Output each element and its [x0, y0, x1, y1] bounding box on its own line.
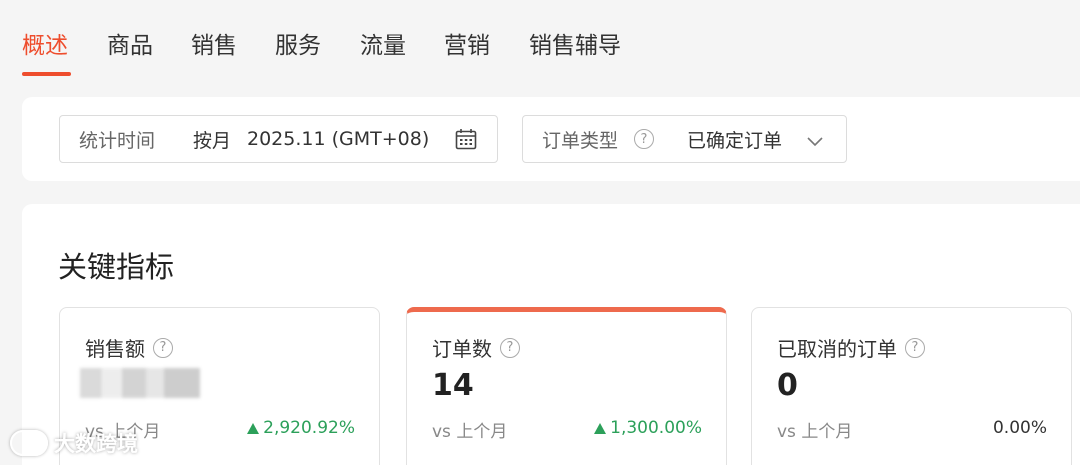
metric-label-text: 订单数 [432, 337, 492, 361]
top-tab-bar: 概述 商品 销售 服务 流量 营销 销售辅导 [0, 0, 1080, 80]
stat-time-label: 统计时间 [79, 129, 156, 152]
tab-products[interactable]: 商品 [107, 30, 153, 62]
hidden-value-mosaic [80, 368, 200, 398]
filter-bar: 统计时间 按月 2025.11 (GMT+08) 订单类型 ? 已确定订单 [22, 97, 1080, 181]
chevron-down-icon[interactable] [806, 131, 824, 153]
metric-change-value: 0.00% [992, 418, 1047, 438]
tab-sales[interactable]: 销售 [191, 30, 237, 62]
tab-sales-coaching[interactable]: 销售辅导 [529, 30, 621, 62]
metrics-title: 关键指标 [58, 250, 175, 284]
stat-time-mode: 按月 [193, 129, 232, 152]
question-icon[interactable]: ? [153, 337, 173, 358]
order-type-value: 已确定订单 [687, 129, 783, 152]
metric-card-orders[interactable]: 订单数 ? 14 vs 上个月 1,300.00% [406, 307, 727, 465]
metric-change-value: 1,300.00% [610, 418, 702, 438]
watermark: 大数跨境 [10, 428, 138, 458]
active-tab-indicator [22, 72, 71, 76]
trend-up-icon [594, 422, 607, 434]
metric-value: 14 [432, 368, 474, 403]
metric-change-value: 2,920.92% [263, 418, 355, 438]
metric-label: 销售额 ? [85, 333, 173, 362]
question-icon[interactable]: ? [634, 129, 654, 149]
metric-label-text: 销售额 [85, 337, 145, 361]
metric-label-text: 已取消的订单 [777, 337, 897, 361]
order-type-label: 订单类型 [542, 129, 619, 152]
watermark-logo-icon [10, 430, 48, 456]
stat-time-picker[interactable]: 统计时间 按月 2025.11 (GMT+08) [59, 115, 498, 163]
metric-label: 订单数 ? [432, 333, 520, 362]
trend-up-icon [247, 422, 260, 434]
question-icon[interactable]: ? [905, 337, 925, 358]
metric-value: 0 [777, 368, 798, 403]
tab-marketing[interactable]: 营销 [444, 30, 490, 62]
tab-service[interactable]: 服务 [275, 30, 321, 62]
metric-compare-label: vs 上个月 [432, 422, 508, 442]
order-type-select[interactable]: 订单类型 ? 已确定订单 [522, 115, 847, 163]
metric-compare-label: vs 上个月 [777, 422, 853, 442]
watermark-text: 大数跨境 [54, 432, 138, 456]
metric-label: 已取消的订单 ? [777, 333, 925, 362]
metric-change: 2,920.92% [247, 418, 355, 438]
calendar-icon[interactable] [455, 128, 477, 155]
key-metrics-panel: 关键指标 销售额 ? vs 上个月 2,920.92% 订单数 ? 14 vs … [22, 204, 1080, 465]
metric-change: 1,300.00% [594, 418, 702, 438]
stat-time-value: 2025.11 (GMT+08) [247, 128, 430, 150]
metric-change: 0.00% [993, 418, 1047, 438]
tab-traffic[interactable]: 流量 [360, 30, 406, 62]
tab-overview[interactable]: 概述 [22, 30, 68, 62]
question-icon[interactable]: ? [500, 337, 520, 358]
metric-card-cancelled-orders[interactable]: 已取消的订单 ? 0 vs 上个月 0.00% [751, 307, 1072, 465]
